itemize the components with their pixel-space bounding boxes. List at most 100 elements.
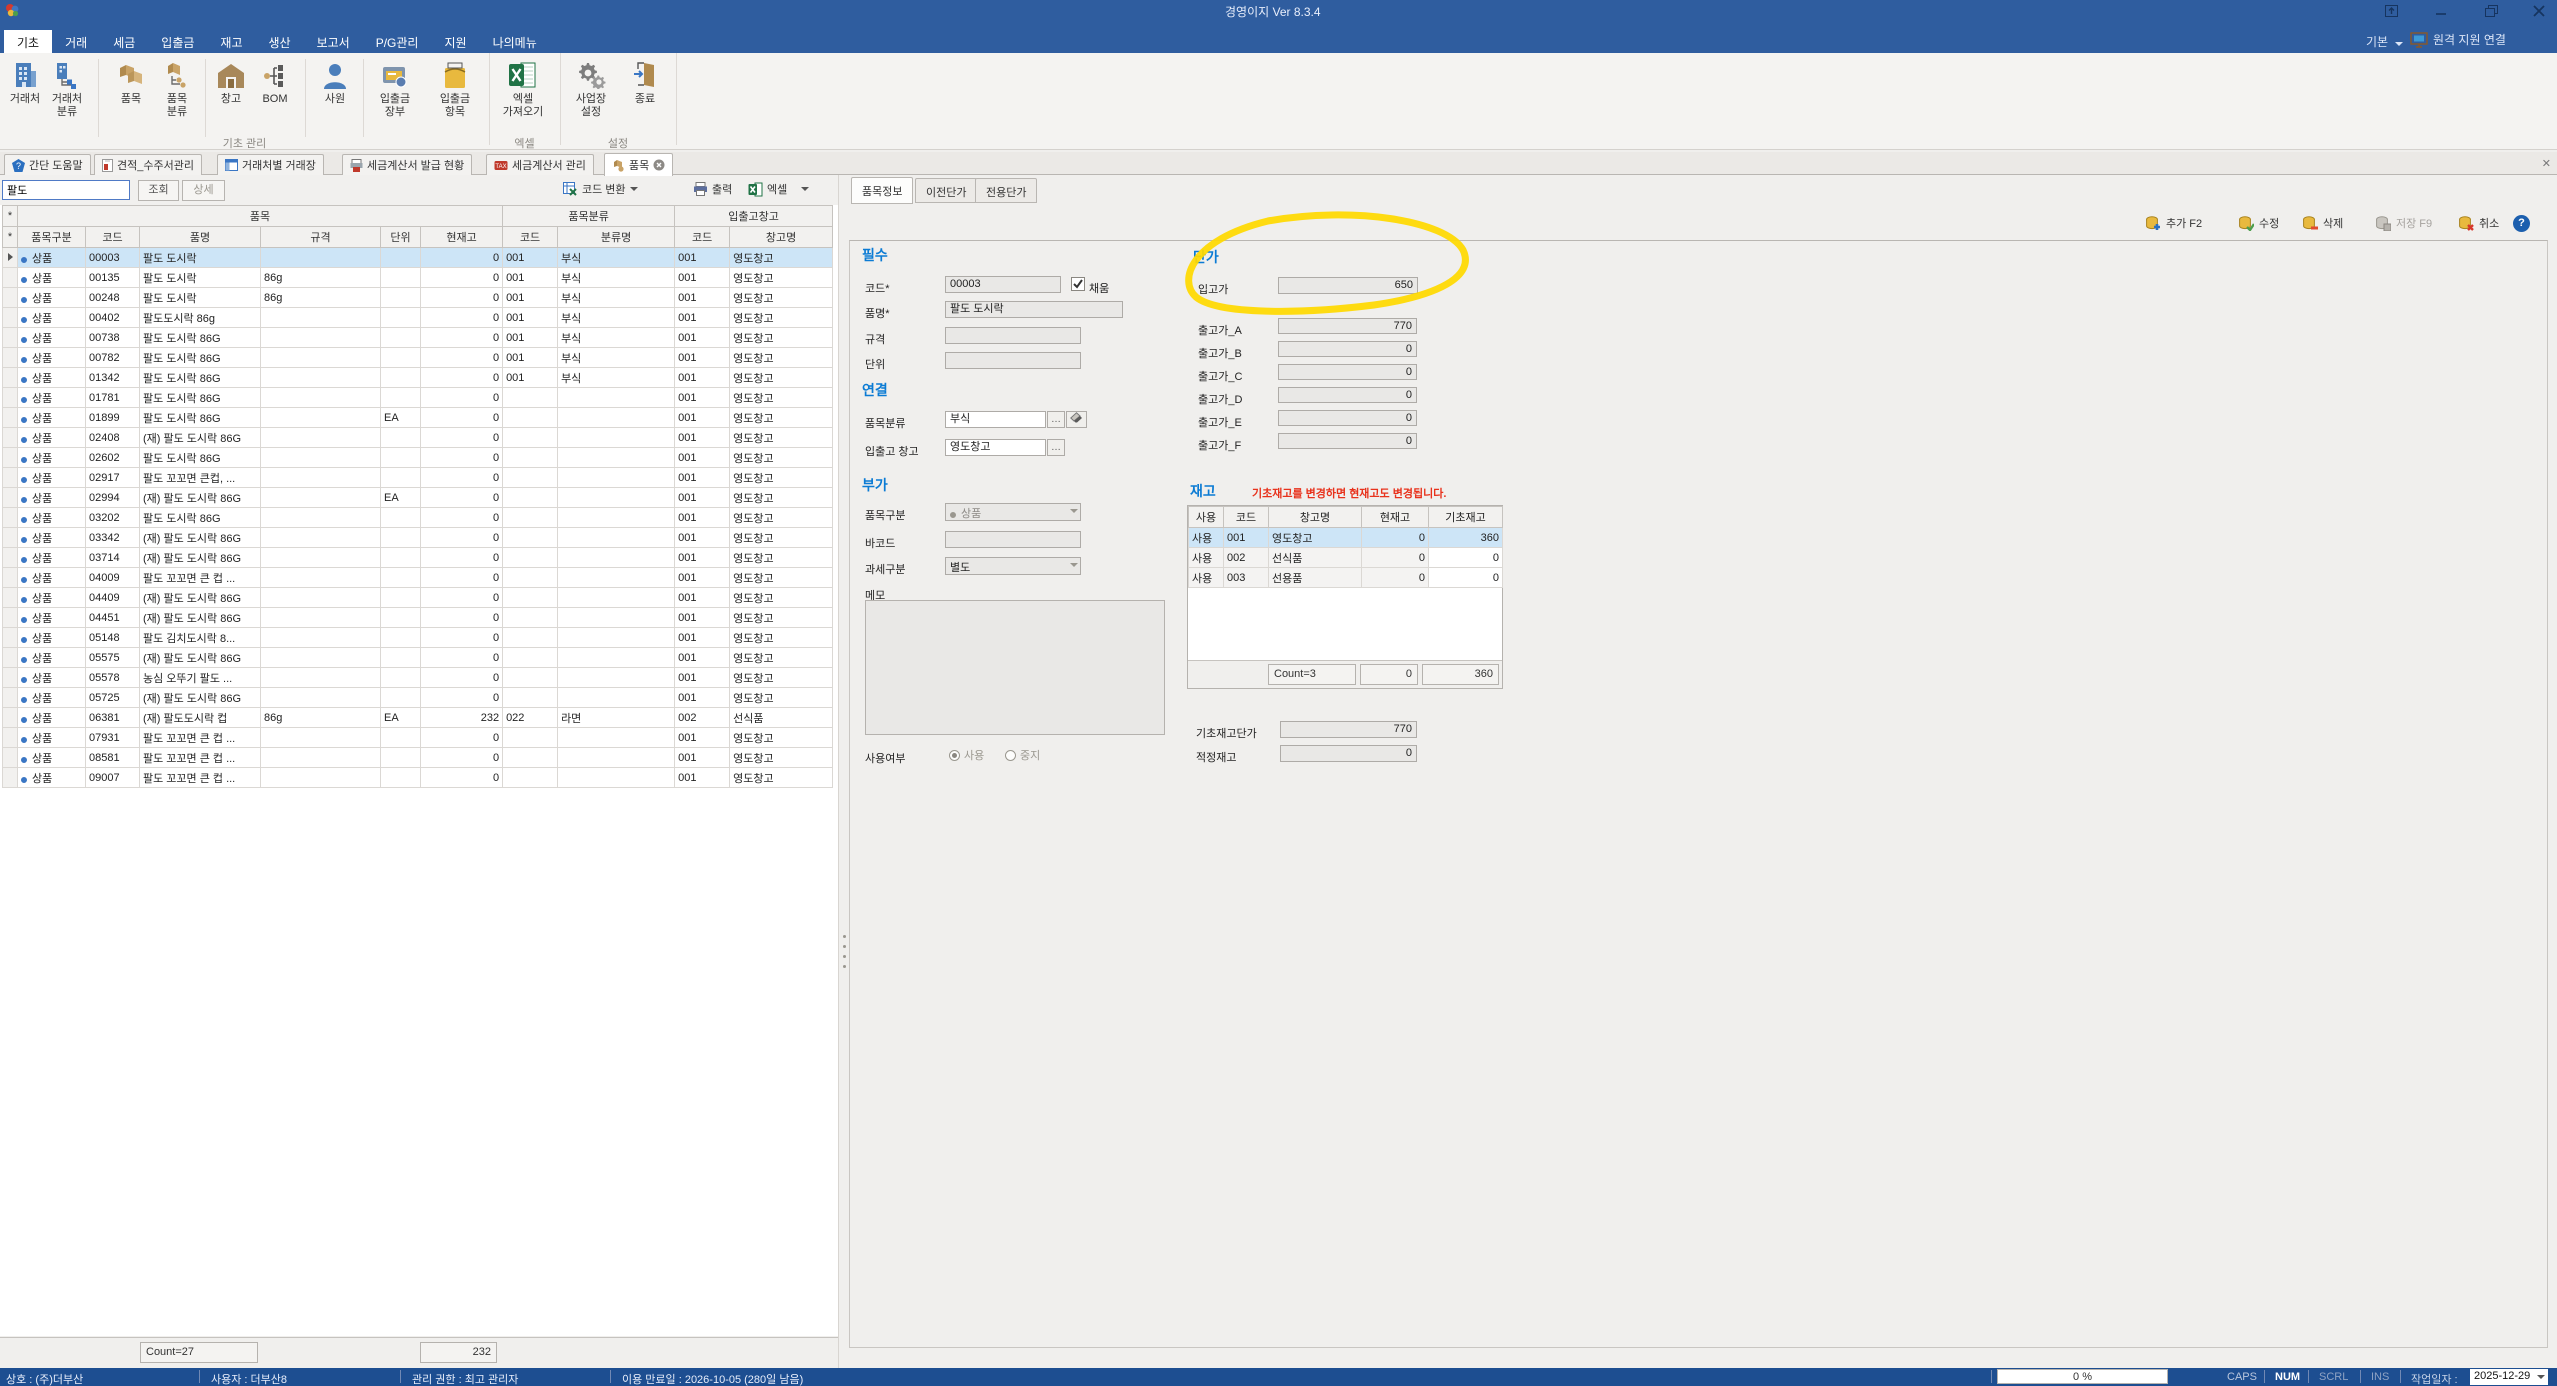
ribbon-cash-item-button[interactable]: 입출금 항목 bbox=[432, 57, 478, 119]
table-row[interactable]: 상품 08581 팔도 꼬꼬면 큰 컵 ... 0 001 영도창고 bbox=[3, 748, 833, 768]
table-row[interactable]: 상품 05578 농심 오뚜기 팔도 ... 0 001 영도창고 bbox=[3, 668, 833, 688]
table-row[interactable]: 상품 00003 팔도 도시락 0 001 부식 001 영도창고 bbox=[3, 248, 833, 268]
tax-select[interactable]: 별도 bbox=[945, 557, 1081, 575]
unit-field[interactable] bbox=[945, 352, 1081, 369]
tab-taxinvoice-manage[interactable]: TAX 세금계산서 관리 bbox=[486, 154, 594, 175]
stock-column-header[interactable]: 코드 bbox=[1224, 507, 1269, 528]
barcode-field[interactable] bbox=[945, 531, 1081, 548]
query-button[interactable]: 조회 bbox=[138, 180, 179, 201]
out-price-field[interactable]: 770 bbox=[1278, 318, 1417, 334]
table-row[interactable]: 상품 06381 (재) 팔도도시락 컵 86g EA 232 022 라면 0… bbox=[3, 708, 833, 728]
column-header[interactable]: 현재고 bbox=[421, 227, 503, 248]
table-row[interactable]: 상품 05725 (재) 팔도 도시락 86G 0 001 영도창고 bbox=[3, 688, 833, 708]
table-row[interactable]: 상품 00135 팔도 도시락 86g 0 001 부식 001 영도창고 bbox=[3, 268, 833, 288]
spec-field[interactable] bbox=[945, 327, 1081, 344]
code-convert-button[interactable]: 코드 변환 bbox=[563, 181, 638, 197]
detail-button[interactable]: 상세 bbox=[182, 180, 225, 201]
class-clear-button[interactable] bbox=[1066, 411, 1087, 428]
menu-tab-기초[interactable]: 기초 bbox=[4, 30, 52, 53]
group-header-class[interactable]: 품목분류 bbox=[503, 206, 675, 227]
restore-icon[interactable] bbox=[2478, 4, 2504, 17]
table-row[interactable]: 상품 02602 팔도 도시락 86G 0 001 영도창고 bbox=[3, 448, 833, 468]
ribbon-customer-button[interactable]: 거래처 bbox=[2, 57, 48, 106]
ribbon-excel-import-button[interactable]: 엑셀 가져오기 bbox=[500, 57, 546, 119]
table-row[interactable]: 상품 01342 팔도 도시락 86G 0 001 부식 001 영도창고 bbox=[3, 368, 833, 388]
table-row[interactable]: 상품 01781 팔도 도시락 86G 0 001 영도창고 bbox=[3, 388, 833, 408]
stock-row[interactable]: 사용 002 선식품 0 0 bbox=[1189, 548, 1503, 568]
tab-prev-price[interactable]: 이전단가 bbox=[915, 178, 977, 203]
table-row[interactable]: 상품 00738 팔도 도시락 86G 0 001 부식 001 영도창고 bbox=[3, 328, 833, 348]
proper-stock-field[interactable]: 0 bbox=[1280, 745, 1417, 762]
class-field[interactable]: 부식 bbox=[945, 411, 1046, 428]
column-header[interactable]: 품명 bbox=[140, 227, 261, 248]
ribbon-item-button[interactable]: 품목 bbox=[108, 57, 154, 106]
table-row[interactable]: 상품 04009 팔도 꼬꼬면 큰 컵 ... 0 001 영도창고 bbox=[3, 568, 833, 588]
table-row[interactable]: 상품 05575 (재) 팔도 도시락 86G 0 001 영도창고 bbox=[3, 648, 833, 668]
pin-window-icon[interactable] bbox=[2378, 4, 2404, 17]
tab-quote-order[interactable]: 견적_수주서관리 bbox=[94, 154, 202, 175]
out-price-field[interactable]: 0 bbox=[1278, 387, 1417, 403]
menu-tab-나의메뉴[interactable]: 나의메뉴 bbox=[480, 30, 550, 53]
ribbon-exit-button[interactable]: 종료 bbox=[622, 57, 668, 106]
menu-tab-지원[interactable]: 지원 bbox=[431, 30, 479, 53]
print-button[interactable]: 출력 bbox=[693, 181, 732, 197]
group-header-warehouse[interactable]: 입출고창고 bbox=[675, 206, 833, 227]
tab-taxinvoice-issue[interactable]: 세금계산서 발급 현황 bbox=[342, 154, 472, 175]
menu-tab-P/G관리[interactable]: P/G관리 bbox=[363, 30, 432, 53]
warehouse-lookup-button[interactable]: … bbox=[1047, 439, 1065, 456]
in-price-field[interactable]: 650 bbox=[1278, 277, 1418, 294]
column-header[interactable]: 단위 bbox=[381, 227, 421, 248]
table-row[interactable]: 상품 05148 팔도 김치도시락 8... 0 001 영도창고 bbox=[3, 628, 833, 648]
close-icon[interactable] bbox=[2526, 4, 2552, 17]
out-price-field[interactable]: 0 bbox=[1278, 410, 1417, 426]
menu-tab-세금[interactable]: 세금 bbox=[100, 30, 148, 53]
ribbon-bom-button[interactable]: BOM bbox=[252, 57, 298, 106]
menu-tab-보고서[interactable]: 보고서 bbox=[304, 30, 363, 53]
search-input[interactable] bbox=[2, 180, 130, 200]
help-button[interactable]: ? bbox=[2513, 215, 2530, 232]
base-stock-price-field[interactable]: 770 bbox=[1280, 721, 1417, 738]
ribbon-item-class-button[interactable]: 품목 분류 bbox=[154, 57, 200, 119]
add-button[interactable]: 추가 F2 bbox=[2145, 215, 2202, 231]
out-price-field[interactable]: 0 bbox=[1278, 433, 1417, 449]
table-row[interactable]: 상품 02408 (재) 팔도 도시락 86G 0 001 영도창고 bbox=[3, 428, 833, 448]
menu-tab-재고[interactable]: 재고 bbox=[207, 30, 255, 53]
out-price-field[interactable]: 0 bbox=[1278, 364, 1417, 380]
out-price-field[interactable]: 0 bbox=[1278, 341, 1417, 357]
table-row[interactable]: 상품 00782 팔도 도시락 86G 0 001 부식 001 영도창고 bbox=[3, 348, 833, 368]
table-row[interactable]: 상품 02994 (재) 팔도 도시락 86G EA 0 001 영도창고 bbox=[3, 488, 833, 508]
tab-dedicated-price[interactable]: 전용단가 bbox=[975, 178, 1037, 203]
code-field[interactable]: 00003 bbox=[945, 276, 1061, 293]
use-off-radio[interactable]: 중지 bbox=[1005, 747, 1040, 763]
column-header[interactable]: 코드 bbox=[503, 227, 558, 248]
table-row[interactable]: 상품 01899 팔도 도시락 86G EA 0 001 영도창고 bbox=[3, 408, 833, 428]
fill-checkbox[interactable] bbox=[1071, 277, 1085, 291]
item-type-select[interactable]: 상품 bbox=[945, 503, 1081, 521]
ribbon-customer-class-button[interactable]: 거래처 분류 bbox=[44, 57, 90, 119]
table-row[interactable]: 상품 04451 (재) 팔도 도시락 86G 0 001 영도창고 bbox=[3, 608, 833, 628]
tabstrip-close-icon[interactable]: ✕ bbox=[2542, 157, 2551, 170]
table-row[interactable]: 상품 07931 팔도 꼬꼬면 큰 컵 ... 0 001 영도창고 bbox=[3, 728, 833, 748]
memo-field[interactable] bbox=[865, 600, 1165, 735]
table-row[interactable]: 상품 02917 팔도 꼬꼬면 큰컵, ... 0 001 영도창고 bbox=[3, 468, 833, 488]
column-header[interactable]: 품목구분 bbox=[18, 227, 86, 248]
tab-help[interactable]: ? 간단 도움말 bbox=[4, 154, 91, 175]
table-row[interactable]: 상품 03714 (재) 팔도 도시락 86G 0 001 영도창고 bbox=[3, 548, 833, 568]
menu-tab-입출금[interactable]: 입출금 bbox=[148, 30, 207, 53]
column-header[interactable]: 코드 bbox=[86, 227, 140, 248]
class-lookup-button[interactable]: … bbox=[1047, 411, 1065, 428]
table-row[interactable]: 상품 04409 (재) 팔도 도시락 86G 0 001 영도창고 bbox=[3, 588, 833, 608]
ribbon-cash-ledger-button[interactable]: 입출금 장부 bbox=[372, 57, 418, 119]
stock-column-header[interactable]: 창고명 bbox=[1269, 507, 1362, 528]
warehouse-field[interactable]: 영도창고 bbox=[945, 439, 1046, 456]
minimize-icon[interactable] bbox=[2428, 4, 2454, 17]
tab-items[interactable]: 품목 bbox=[604, 153, 673, 176]
column-header[interactable]: 분류명 bbox=[558, 227, 675, 248]
ribbon-warehouse-button[interactable]: 창고 bbox=[208, 57, 254, 106]
panel-splitter[interactable] bbox=[838, 175, 849, 1368]
table-row[interactable]: 상품 09007 팔도 꼬꼬면 큰 컵 ... 0 001 영도창고 bbox=[3, 768, 833, 788]
column-header[interactable]: 코드 bbox=[675, 227, 730, 248]
stock-column-header[interactable]: 기초재고 bbox=[1429, 507, 1503, 528]
tab-item-info[interactable]: 품목정보 bbox=[851, 177, 913, 204]
ribbon-settings-button[interactable]: 사업장 설정 bbox=[568, 57, 614, 119]
